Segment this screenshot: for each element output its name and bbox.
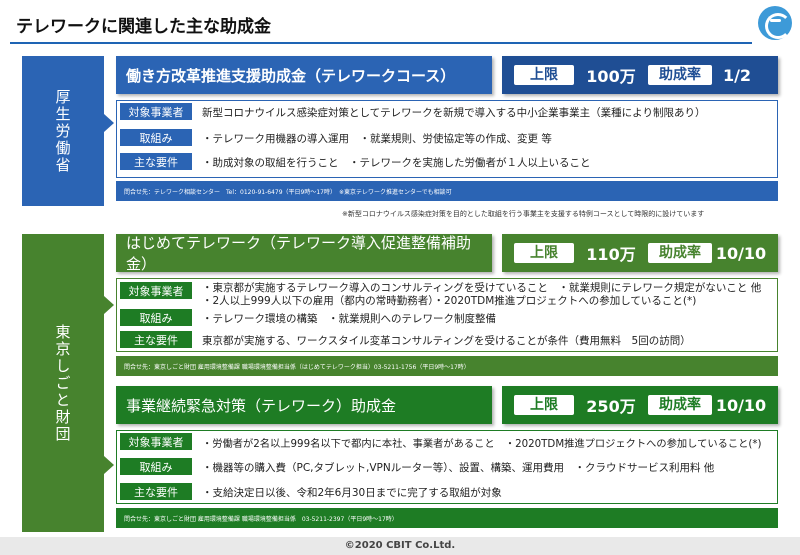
page-title: テレワークに関連した主な助成金 [16, 17, 271, 37]
subsidy-title-tokyo-first: はじめてテレワーク（テレワーク導入促進整備補助金） [116, 234, 492, 273]
copyright-footer: ©2020 CBIT Co.Ltd. [0, 537, 800, 555]
subsidy-title-mhlw: 働き方改革推進支援助成金（テレワークコース） [116, 56, 492, 94]
row-text-effort: ・機器等の購入費（PC,タブレット,VPNルーター等）、設置、構築、運用費用 ・… [202, 462, 715, 474]
limit-box-tokyo-second: 上限 250万 助成率 10/10 [502, 386, 778, 424]
row-label-effort: 取組み [120, 458, 192, 475]
subsidy-title-text: 事業継続緊急対策（テレワーク）助成金 [126, 396, 397, 415]
subsidy-title-text: はじめてテレワーク（テレワーク導入促進整備補助金） [126, 234, 472, 273]
contact-bar-tokyo-second: 問合せ先：東京しごと財団 雇用環境整備課 職場環境整備担当係 03-5211-2… [116, 508, 778, 528]
row-text-effort: ・テレワーク環境の構築 ・就業規則へのテレワーク制度整備 [202, 313, 496, 325]
row-text-requirement: 東京都が実施する、ワークスタイル変革コンサルティングを受けることが条件（費用無料… [202, 335, 691, 347]
subsidy-title-tokyo-second: 事業継続緊急対策（テレワーク）助成金 [116, 386, 492, 424]
rate-label: 助成率 [648, 65, 712, 85]
arrow-tokyo-second [104, 456, 114, 474]
company-logo-icon [758, 6, 792, 40]
row-label-requirement: 主な要件 [120, 331, 192, 348]
limit-box-tokyo-first: 上限 110万 助成率 10/10 [502, 234, 778, 272]
limit-label: 上限 [514, 243, 574, 263]
footnote: ※新型コロナウイルス感染症対策を目的とした取組を行う事業主を支援する特例コースと… [342, 210, 705, 218]
row-text-effort: ・テレワーク用機器の導入運用 ・就業規則、労使協定等の作成、変更 等 [202, 133, 552, 145]
rate-label: 助成率 [648, 243, 712, 263]
row-label-requirement: 主な要件 [120, 153, 192, 170]
limit-box-mhlw: 上限 100万 助成率 1/2 [502, 56, 778, 94]
row-text-target: 新型コロナウイルス感染症対策としてテレワークを新規で導入する中小企業事業主（業種… [202, 107, 706, 119]
row-text-requirement: ・助成対象の取組を行うこと ・テレワークを実施した労働者が１人以上いること [202, 157, 591, 169]
page-header: テレワークに関連した主な助成金 [0, 0, 800, 48]
row-label-target: 対象事業者 [120, 103, 192, 120]
arrow-mhlw [104, 114, 114, 132]
row-text-target: ・労働者が2名以上999名以下で都内に本社、事業者があること ・2020TDM推… [202, 438, 762, 450]
limit-value: 100万 [586, 67, 636, 86]
row-text-target-line2: ・2人以上999人以下の雇用（都内の常時勤務者）・2020TDM推進プロジェクト… [202, 295, 697, 307]
contact-bar-mhlw: 問合せ先：テレワーク相談センター Tel：0120-91-6479（平日9時～1… [116, 181, 778, 201]
row-label-effort: 取組み [120, 129, 192, 146]
limit-value: 250万 [586, 397, 636, 416]
row-text-requirement: ・支給決定日以後、令和2年6月30日までに完了する取組が対象 [202, 487, 502, 499]
contact-bar-tokyo-first: 問合せ先：東京しごと財団 雇用環境整備課 職場環境整備担当係（はじめてテレワーク… [116, 356, 778, 376]
limit-label: 上限 [514, 65, 574, 85]
row-label-effort: 取組み [120, 309, 192, 326]
rate-value: 10/10 [715, 395, 767, 415]
limit-value: 110万 [586, 245, 636, 264]
header-rule [10, 42, 752, 44]
rate-value: 10/10 [715, 243, 767, 263]
ministry-label-mhlw: 厚生労働省 [22, 56, 104, 206]
row-label-requirement: 主な要件 [120, 483, 192, 500]
subsidy-title-text: 働き方改革推進支援助成金（テレワークコース） [126, 66, 456, 85]
ministry-label-tokyo: 東京しごと財団 [22, 234, 104, 532]
row-label-target: 対象事業者 [120, 433, 192, 450]
row-label-target: 対象事業者 [120, 282, 192, 299]
rate-label: 助成率 [648, 395, 712, 415]
rate-value: 1/2 [722, 65, 752, 85]
limit-label: 上限 [514, 395, 574, 415]
arrow-tokyo-first [104, 296, 114, 314]
